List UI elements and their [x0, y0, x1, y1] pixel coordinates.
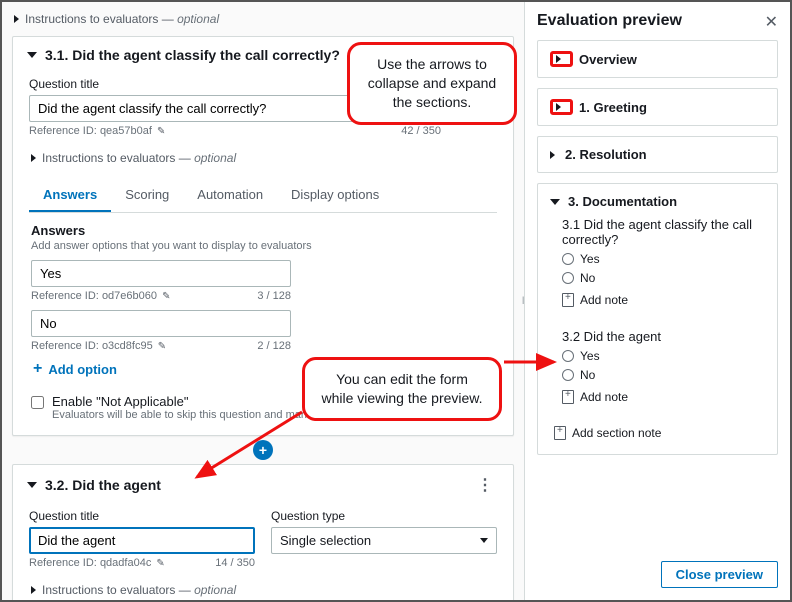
chevron-right-icon	[550, 151, 555, 159]
question-tabs-3-1: Answers Scoring Automation Display optio…	[29, 179, 497, 213]
answers-heading: Answers	[31, 223, 495, 238]
radio-icon	[562, 272, 574, 284]
answers-subtext: Add answer options that you want to disp…	[31, 240, 495, 252]
instructions-expander-top[interactable]: Instructions to evaluators — optional	[12, 8, 514, 30]
chevron-down-icon	[27, 482, 37, 488]
chevron-right-icon	[31, 586, 36, 594]
add-note-button[interactable]: Add note	[550, 293, 765, 307]
char-count-opt1: 3 / 128	[257, 290, 291, 302]
preview-question-3-2: 3.2 Did the agent	[550, 329, 765, 344]
preview-question-3-1: 3.1 Did the agent classify the call corr…	[550, 217, 765, 247]
reference-id-3-2: Reference ID: qdadfa04c ✎	[29, 557, 165, 569]
preview-radio-yes[interactable]: Yes	[550, 252, 765, 266]
edit-icon[interactable]: ✎	[158, 341, 166, 352]
char-count-opt2: 2 / 128	[257, 340, 291, 352]
note-icon	[554, 426, 566, 440]
preview-section-overview[interactable]: Overview	[537, 40, 778, 78]
question-type-label: Question type	[271, 509, 497, 523]
close-preview-button[interactable]: Close preview	[661, 561, 778, 588]
chevron-down-icon	[550, 199, 560, 205]
annotation-arrow	[187, 407, 307, 487]
instructions-expander-q32[interactable]: Instructions to evaluators — optional	[29, 579, 497, 600]
instructions-label: Instructions to evaluators —	[25, 12, 174, 26]
add-section-note-button[interactable]: Add section note	[550, 426, 765, 440]
annotation-highlight	[550, 99, 573, 115]
preview-radio-yes-2[interactable]: Yes	[550, 349, 765, 363]
chevron-right-icon	[31, 154, 36, 162]
radio-icon	[562, 350, 574, 362]
char-count-3-2: 14 / 350	[215, 557, 255, 569]
close-icon[interactable]: ✕	[765, 12, 778, 32]
preview-section-2[interactable]: 2. Resolution	[537, 136, 778, 173]
edit-icon[interactable]: ✎	[157, 126, 165, 137]
add-note-button-2[interactable]: Add note	[550, 390, 765, 404]
question-title-input-3-2[interactable]	[29, 527, 255, 554]
preview-radio-no-2[interactable]: No	[550, 368, 765, 382]
tab-scoring[interactable]: Scoring	[111, 179, 183, 212]
more-options-icon[interactable]: ⋮	[471, 475, 499, 495]
preview-title: Evaluation preview	[537, 12, 778, 30]
note-icon	[562, 293, 574, 307]
reference-id-3-1: Reference ID: qea57b0af ✎	[29, 125, 165, 137]
chevron-right-icon	[556, 103, 561, 111]
edit-icon[interactable]: ✎	[156, 558, 164, 569]
instructions-expander-q31[interactable]: Instructions to evaluators — optional	[29, 147, 497, 169]
chevron-right-icon	[14, 15, 19, 23]
question-type-select[interactable]: Single selection	[271, 527, 497, 554]
tab-display-options[interactable]: Display options	[277, 179, 393, 212]
preview-section-1[interactable]: 1. Greeting	[537, 88, 778, 126]
evaluation-preview-panel: Evaluation preview ✕ Overview 1. Greetin…	[524, 2, 790, 600]
chevron-right-icon	[556, 55, 561, 63]
reference-id-opt1: Reference ID: od7e6b060 ✎	[31, 290, 170, 302]
question-header-text: 3.1. Did the agent classify the call cor…	[45, 47, 340, 63]
radio-icon	[562, 369, 574, 381]
chevron-down-icon	[480, 538, 488, 543]
edit-icon[interactable]: ✎	[162, 291, 170, 302]
plus-icon: +	[33, 360, 42, 378]
annotation-highlight	[550, 51, 573, 67]
question-header-text: 3.2. Did the agent	[45, 477, 161, 493]
annotation-callout-1: Use the arrows to collapse and expand th…	[347, 42, 517, 125]
annotation-callout-2: You can edit the form while viewing the …	[302, 357, 502, 421]
optional-label: optional	[177, 12, 219, 26]
preview-section-3: 3. Documentation 3.1 Did the agent class…	[537, 183, 778, 455]
tab-answers[interactable]: Answers	[29, 179, 111, 212]
enable-na-checkbox[interactable]	[31, 396, 44, 409]
char-count-3-1: 42 / 350	[401, 125, 441, 137]
preview-radio-no[interactable]: No	[550, 271, 765, 285]
chevron-down-icon	[27, 52, 37, 58]
annotation-arrow	[502, 352, 562, 372]
answer-option-1-input[interactable]	[31, 260, 291, 287]
note-icon	[562, 390, 574, 404]
preview-section-3-header[interactable]: 3. Documentation	[550, 194, 765, 209]
question-title-label: Question title	[29, 509, 255, 523]
tab-automation[interactable]: Automation	[183, 179, 277, 212]
answer-option-2-input[interactable]	[31, 310, 291, 337]
radio-icon	[562, 253, 574, 265]
reference-id-opt2: Reference ID: o3cd8fc95 ✎	[31, 340, 166, 352]
